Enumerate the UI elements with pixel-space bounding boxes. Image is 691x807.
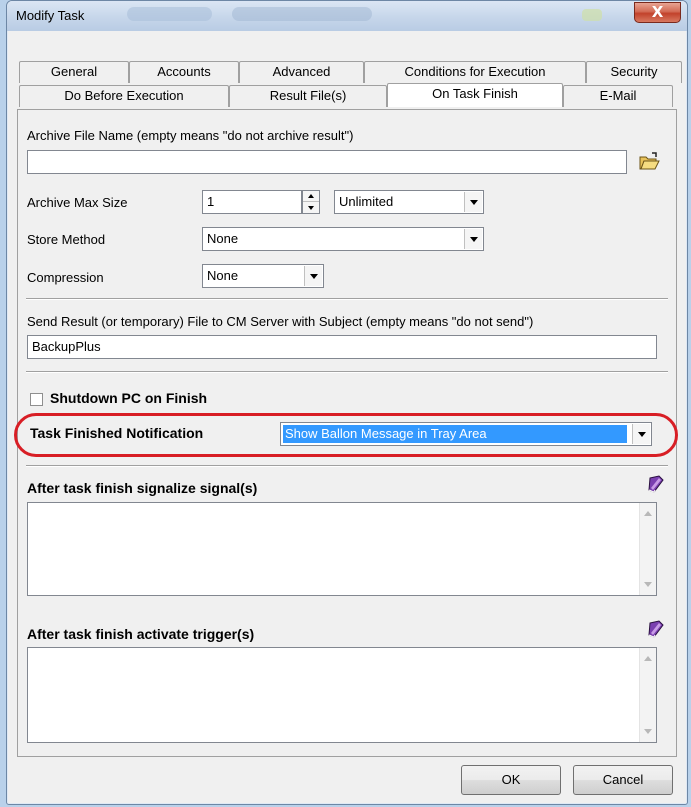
archive-max-size-label: Archive Max Size	[27, 195, 128, 210]
archive-max-size-spinner[interactable]	[302, 190, 320, 214]
triggers-list[interactable]	[27, 647, 657, 743]
tab-email[interactable]: E-Mail	[563, 85, 673, 107]
compression-label: Compression	[27, 270, 104, 285]
tab-row-1: General Accounts Advanced Conditions for…	[19, 61, 682, 83]
close-icon: X	[651, 3, 664, 21]
title-bar: Modify Task X	[7, 1, 687, 31]
window-title: Modify Task	[16, 8, 85, 23]
archive-file-label: Archive File Name (empty means "do not a…	[27, 128, 354, 143]
task-finished-notification-select[interactable]: Show Ballon Message in Tray Area	[280, 422, 652, 446]
chevron-down-icon[interactable]	[632, 424, 650, 444]
title-blur-decoration	[232, 7, 372, 21]
signals-scrollbar[interactable]	[639, 503, 656, 595]
store-method-label: Store Method	[27, 232, 106, 247]
archive-size-unit-value: Unlimited	[339, 194, 394, 209]
book-icon	[648, 475, 664, 493]
modify-task-dialog: Modify Task X General Accounts Advanced …	[6, 0, 688, 805]
tab-conditions-for-execution[interactable]: Conditions for Execution	[364, 61, 586, 83]
title-blur-decoration	[582, 9, 602, 21]
chevron-down-icon[interactable]	[464, 229, 482, 249]
scroll-down-icon[interactable]	[644, 582, 652, 587]
archive-file-input[interactable]	[27, 150, 627, 174]
chevron-down-icon[interactable]	[304, 266, 322, 286]
shutdown-label: Shutdown PC on Finish	[50, 390, 208, 406]
tab-do-before-execution[interactable]: Do Before Execution	[19, 85, 229, 107]
signals-list[interactable]	[27, 502, 657, 596]
browse-folder-button[interactable]	[637, 150, 663, 176]
store-method-select[interactable]: None	[202, 227, 484, 251]
folder-open-icon	[639, 152, 660, 170]
compression-value: None	[207, 268, 239, 283]
divider	[26, 465, 668, 467]
store-method-value: None	[207, 231, 239, 246]
tab-content-panel: Archive File Name (empty means "do not a…	[14, 109, 678, 757]
send-result-subject-input[interactable]: BackupPlus	[27, 335, 657, 359]
spin-up-icon[interactable]	[303, 191, 319, 202]
tab-security[interactable]: Security	[586, 61, 682, 83]
chevron-down-icon[interactable]	[464, 192, 482, 212]
triggers-label: After task finish activate trigger(s)	[27, 626, 255, 642]
tab-advanced[interactable]: Advanced	[239, 61, 364, 83]
close-button[interactable]: X	[634, 2, 681, 23]
cancel-button[interactable]: Cancel	[573, 765, 673, 795]
archive-size-unit-select[interactable]: Unlimited	[334, 190, 484, 214]
send-result-label: Send Result (or temporary) File to CM Se…	[27, 314, 534, 329]
notification-selected-value: Show Ballon Message in Tray Area	[283, 425, 627, 443]
tab-general[interactable]: General	[19, 61, 129, 83]
shutdown-checkbox[interactable]	[30, 393, 43, 406]
signals-label: After task finish signalize signal(s)	[27, 480, 258, 496]
spin-down-icon[interactable]	[303, 202, 319, 213]
scroll-down-icon[interactable]	[644, 729, 652, 734]
book-icon	[648, 620, 664, 638]
archive-max-size-input[interactable]: 1	[202, 190, 302, 214]
tab-on-task-finish[interactable]: On Task Finish	[387, 83, 563, 107]
tab-accounts[interactable]: Accounts	[129, 61, 239, 83]
tab-row-2: Do Before Execution Result File(s) On Ta…	[19, 83, 673, 107]
scroll-up-icon[interactable]	[644, 511, 652, 516]
select-signals-button[interactable]	[646, 475, 666, 493]
title-blur-decoration	[127, 7, 212, 21]
compression-select[interactable]: None	[202, 264, 324, 288]
task-finished-notification-label: Task Finished Notification	[30, 425, 204, 441]
divider	[26, 298, 668, 300]
tab-result-files[interactable]: Result File(s)	[229, 85, 387, 107]
triggers-scrollbar[interactable]	[639, 648, 656, 742]
select-triggers-button[interactable]	[646, 620, 666, 638]
divider	[26, 371, 668, 373]
scroll-up-icon[interactable]	[644, 656, 652, 661]
ok-button[interactable]: OK	[461, 765, 561, 795]
